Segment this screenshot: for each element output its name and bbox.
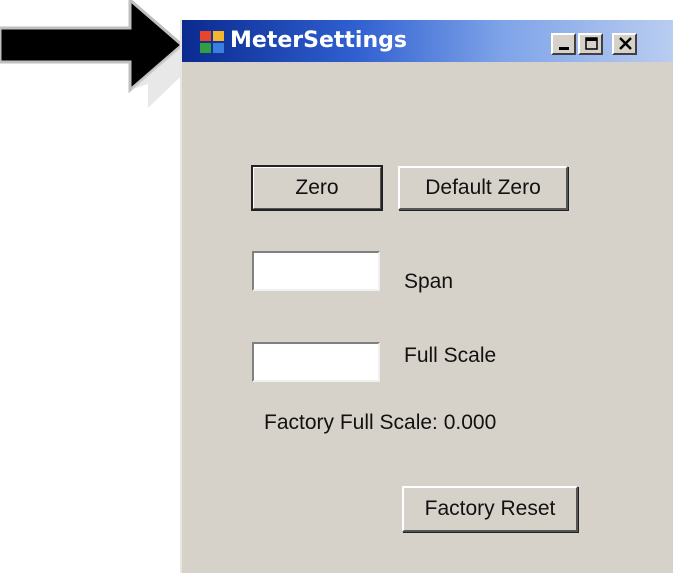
- window-title: MeterSettings: [230, 28, 407, 53]
- app-icon: [200, 31, 224, 53]
- minimize-icon: [559, 47, 569, 50]
- full-scale-label: Full Scale: [404, 344, 497, 367]
- zero-button[interactable]: Zero: [251, 165, 383, 211]
- default-zero-button[interactable]: Default Zero: [398, 166, 568, 210]
- close-icon: [619, 37, 632, 50]
- arrow-pointer-icon: [0, 0, 200, 108]
- maximize-button[interactable]: [578, 33, 603, 55]
- close-button[interactable]: [612, 33, 637, 55]
- minimize-button[interactable]: [551, 33, 576, 55]
- span-input[interactable]: [252, 251, 380, 291]
- span-label: Span: [404, 270, 454, 293]
- factory-reset-button[interactable]: Factory Reset: [402, 486, 578, 532]
- factory-full-scale-readout: Factory Full Scale: 0.000: [264, 411, 497, 434]
- meter-settings-window: MeterSettings Zero Default Zero Span Ful…: [180, 20, 673, 573]
- maximize-icon: [585, 37, 598, 50]
- full-scale-input[interactable]: [252, 342, 380, 382]
- title-bar[interactable]: MeterSettings: [182, 20, 673, 62]
